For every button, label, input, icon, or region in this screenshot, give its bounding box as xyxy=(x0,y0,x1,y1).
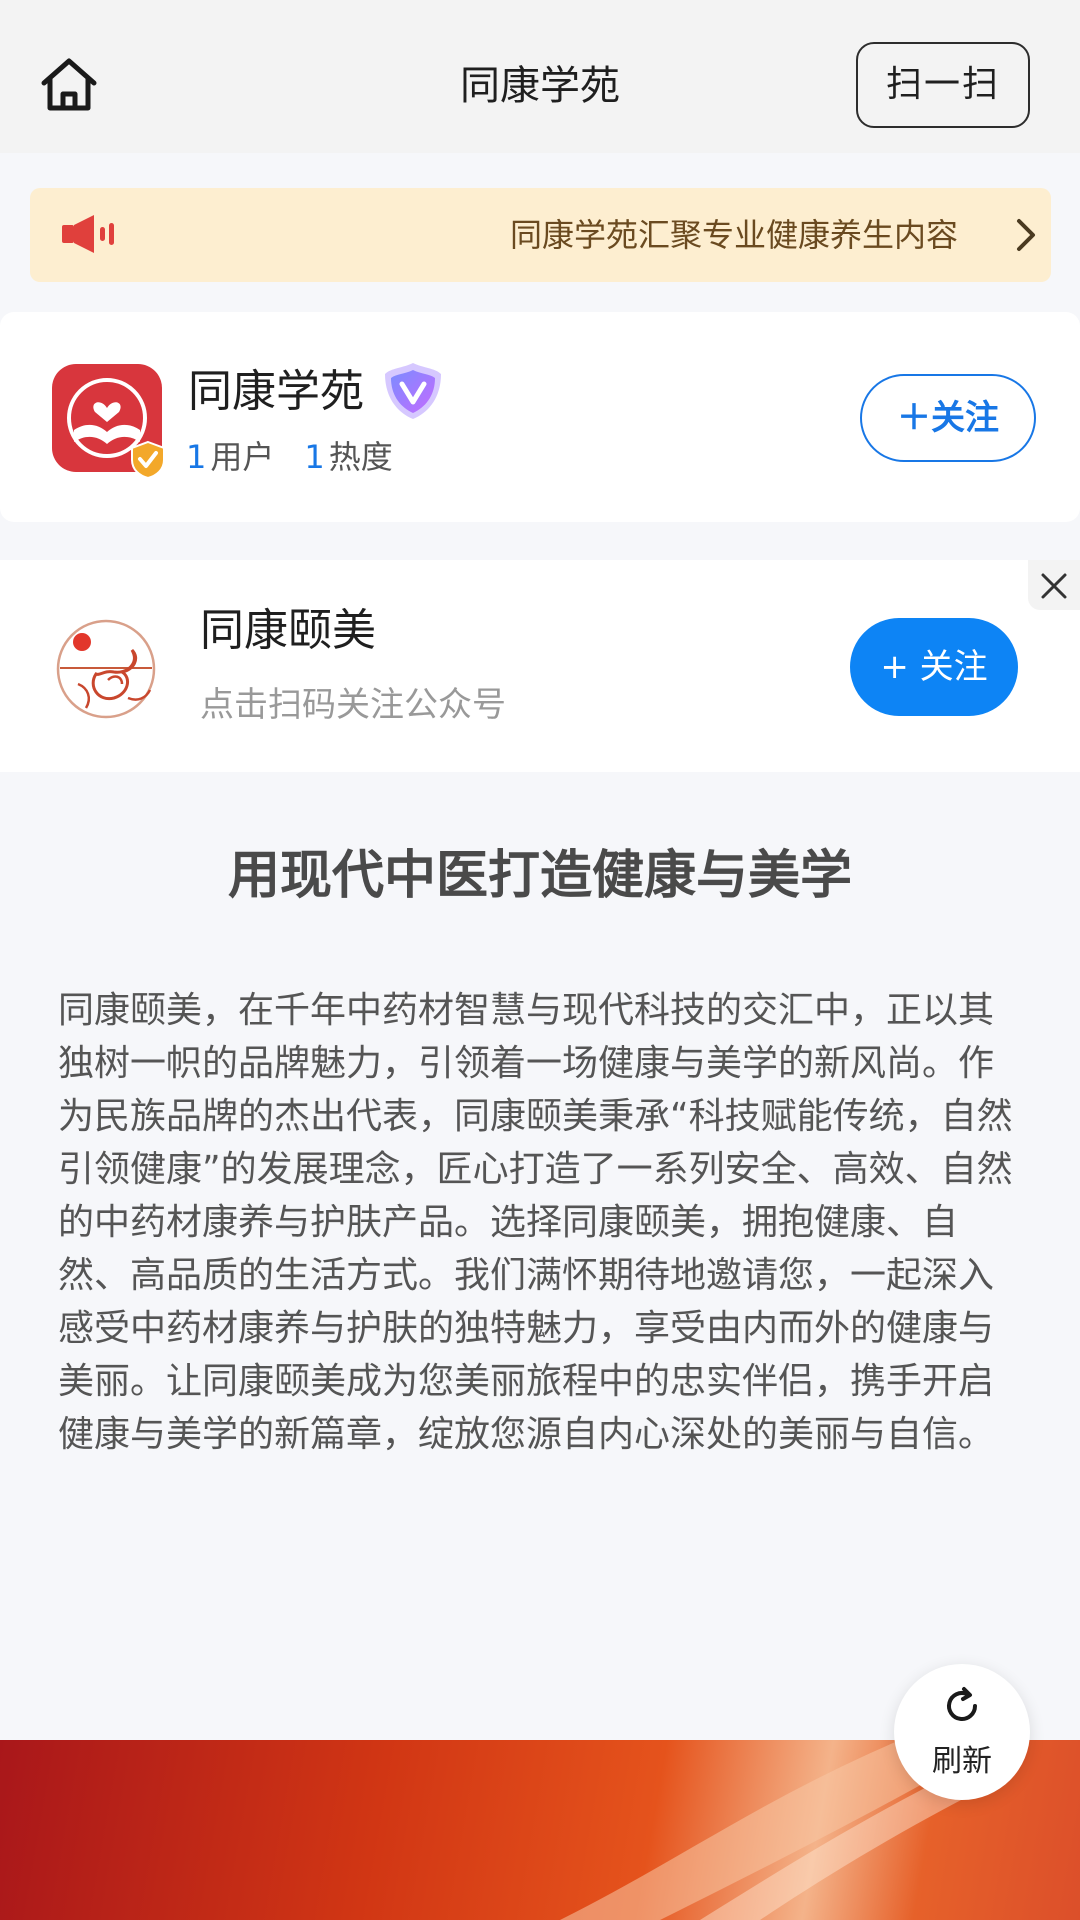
top-bar: 同康学苑 扫一扫 xyxy=(0,0,1080,153)
vip-shield-icon xyxy=(385,363,441,419)
notice-text: 同康学苑汇聚专业健康养生内容 xyxy=(510,216,959,254)
refresh-button[interactable]: 刷新 xyxy=(894,1664,1030,1800)
chevron-right-icon xyxy=(1017,219,1035,251)
notice-bar[interactable]: 同康学苑汇聚专业健康养生内容 xyxy=(30,188,1051,282)
verified-badge-icon xyxy=(131,440,165,480)
refresh-label: 刷新 xyxy=(932,1744,992,1779)
account-card[interactable]: 同康学苑 1 用户 1 热度 ＋关注 xyxy=(0,312,1080,522)
official-account-name: 同康颐美 xyxy=(200,605,376,656)
follow-account-button[interactable]: ＋关注 xyxy=(860,374,1036,462)
account-stats: 1 用户 1 热度 xyxy=(186,434,393,480)
speaker-icon xyxy=(62,215,114,253)
article-body: 同康颐美，在千年中药材智慧与现代科技的交汇中，正以其独树一帜的品牌魅力，引领着一… xyxy=(58,990,1013,1455)
scan-button[interactable]: 扫一扫 xyxy=(856,42,1030,128)
phoenix-logo-icon xyxy=(56,619,156,719)
official-account-card[interactable]: 同康颐美 点击扫码关注公众号 + 关注 xyxy=(0,560,1080,772)
official-account-subtitle: 点击扫码关注公众号 xyxy=(200,685,506,725)
article-title: 用现代中医打造健康与美学 xyxy=(227,846,852,906)
close-card-button[interactable] xyxy=(1028,560,1080,610)
notice-marquee: 同康学苑汇聚专业健康养生内容 xyxy=(510,188,1010,282)
users-label: 用户 xyxy=(210,438,275,476)
refresh-icon xyxy=(947,1687,977,1721)
heat-label: 热度 xyxy=(328,438,393,476)
follow-official-button[interactable]: + 关注 xyxy=(850,618,1018,716)
heat-count: 1 xyxy=(304,438,325,476)
users-count: 1 xyxy=(186,438,207,476)
close-icon xyxy=(1041,573,1067,599)
account-name: 同康学苑 xyxy=(188,366,364,417)
